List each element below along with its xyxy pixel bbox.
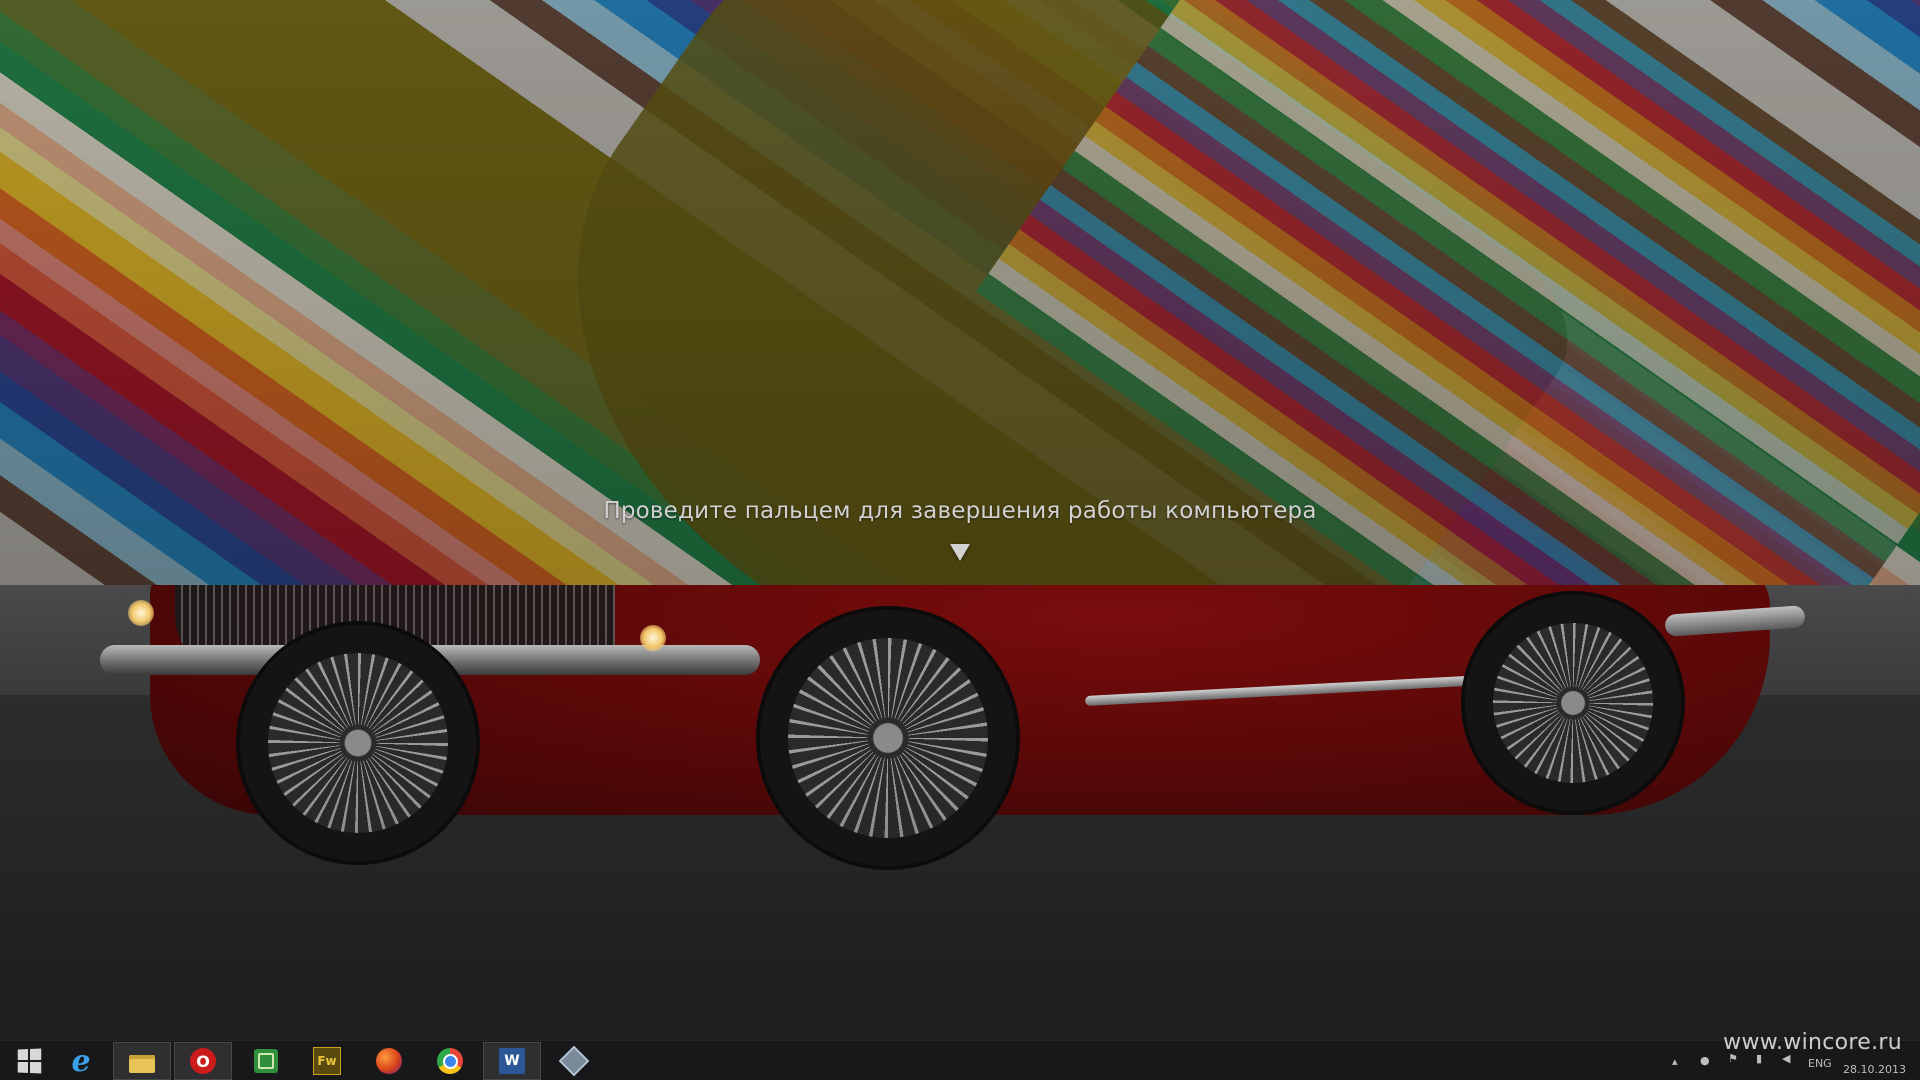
taskbar-item-fireworks[interactable]: Fw xyxy=(298,1042,356,1080)
internet-explorer-icon: e xyxy=(71,1043,91,1079)
word-icon: W xyxy=(499,1048,525,1074)
desktop-wallpaper xyxy=(0,585,1920,1040)
taskbar-item-green-app[interactable] xyxy=(237,1042,295,1080)
green-app-icon xyxy=(254,1049,278,1073)
start-button[interactable] xyxy=(0,1042,58,1080)
taskbar: e O Fw W ▴ ● ⚑ ▮ ◀ ENG 28.10.2013 xyxy=(0,1040,1920,1080)
taskbar-item-firefox[interactable] xyxy=(360,1042,418,1080)
language-indicator[interactable]: ENG xyxy=(1808,1057,1832,1070)
watermark-text: www.wincore.ru xyxy=(1723,1030,1902,1055)
wallpaper-car-light xyxy=(128,600,154,626)
taskbar-item-word[interactable]: W xyxy=(483,1042,541,1080)
tray-date[interactable]: 28.10.2013 xyxy=(1843,1063,1906,1076)
opera-icon: O xyxy=(190,1048,216,1074)
fireworks-icon: Fw xyxy=(313,1047,341,1075)
chrome-icon xyxy=(437,1048,463,1074)
wallpaper-car-light xyxy=(640,625,666,651)
shutdown-slide-image[interactable]: Проведите пальцем для завершения работы … xyxy=(0,0,1920,585)
taskbar-item-virtualbox[interactable] xyxy=(545,1042,603,1080)
virtualbox-icon xyxy=(558,1045,590,1077)
taskbar-item-internet-explorer[interactable]: e xyxy=(52,1042,110,1080)
tray-expand-icon[interactable]: ▴ xyxy=(1672,1055,1678,1068)
tray-app-icon[interactable]: ● xyxy=(1700,1054,1710,1067)
taskbar-item-chrome[interactable] xyxy=(421,1042,479,1080)
firefox-icon xyxy=(376,1048,402,1074)
screen: Проведите пальцем для завершения работы … xyxy=(0,0,1920,1080)
taskbar-item-opera[interactable]: O xyxy=(174,1042,232,1080)
wallpaper-ground xyxy=(0,775,1920,1040)
folder-icon xyxy=(128,1047,156,1075)
down-triangle-icon xyxy=(950,544,970,561)
windows-logo-icon xyxy=(17,1048,42,1074)
swipe-to-shutdown-text: Проведите пальцем для завершения работы … xyxy=(603,498,1317,524)
taskbar-item-file-explorer[interactable] xyxy=(113,1042,171,1080)
